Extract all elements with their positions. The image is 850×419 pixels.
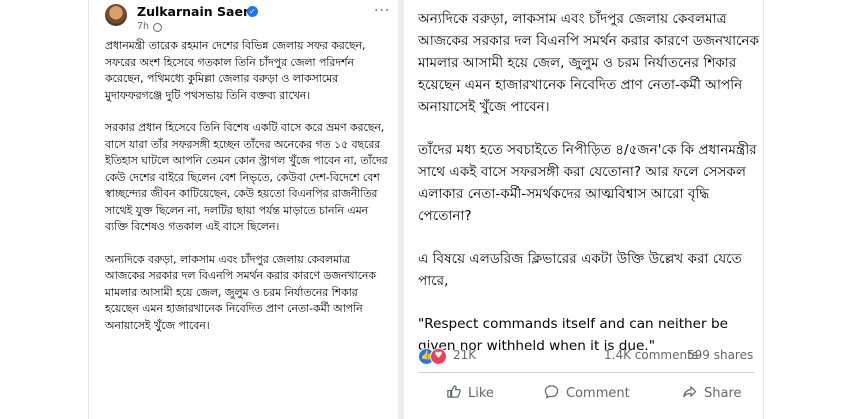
avatar[interactable] xyxy=(105,4,127,26)
globe-icon xyxy=(153,23,162,32)
comment-label: Comment xyxy=(566,385,630,401)
left-paragraph-1: প্রধানমন্ত্রী তারেক রহমান দেশের বিভিন্ন … xyxy=(105,39,366,102)
right-post-screenshot: অন্যদিকে বরুড়া, লাকসাম এবং চাঁদপুর জেলা… xyxy=(404,0,762,419)
share-label: Share xyxy=(704,385,742,401)
right-paragraph-2: তাঁদের মধ্য হতে সবচাইতে নিপীড়িত ৪/৫জন'ক… xyxy=(418,142,757,224)
comment-count[interactable]: 1.4K comments xyxy=(604,348,698,362)
more-icon[interactable]: ··· xyxy=(374,3,390,19)
action-bar: Like Comment Share xyxy=(418,378,754,408)
frame-border-right xyxy=(763,0,764,419)
love-reaction-icon[interactable]: ♥ xyxy=(430,348,447,365)
left-paragraph-2: সরকার প্রধান হিসেবে তিনি বিশেষ একটি বাসে… xyxy=(105,121,388,233)
verified-icon: ✓ xyxy=(247,6,258,17)
left-post-screenshot: Zulkarnain Saer ✓ 7h ··· প্রধানমন্ত্রী ত… xyxy=(89,0,397,419)
comment-icon xyxy=(544,384,559,403)
share-icon xyxy=(682,384,697,403)
left-post-text: প্রধানমন্ত্রী তারেক রহমান দেশের বিভিন্ন … xyxy=(105,38,393,350)
right-paragraph-1: অন্যদিকে বরুড়া, লাকসাম এবং চাঁদপুর জেলা… xyxy=(418,11,760,115)
post-time[interactable]: 7h xyxy=(137,21,149,32)
post-header: Zulkarnain Saer ✓ 7h ··· xyxy=(89,0,397,34)
share-button[interactable]: Share xyxy=(682,378,742,408)
share-count[interactable]: 599 shares xyxy=(687,348,753,362)
author-name[interactable]: Zulkarnain Saer xyxy=(137,4,249,19)
left-paragraph-3: অন্যদিকে বরুড়া, লাকসাম এবং চাঁদপুর জেলা… xyxy=(105,252,376,332)
right-post-text: অন্যদিকে বরুড়া, লাকসাম এবং চাঁদপুর জেলা… xyxy=(418,8,762,378)
divider xyxy=(418,372,754,373)
reaction-count[interactable]: 21K xyxy=(453,348,476,362)
right-paragraph-3: এ বিষয়ে এলডরিজ ক্লিভারের একটা উক্তি উল্… xyxy=(418,251,742,289)
reactions-bar: 👍 ♥ 21K 1.4K comments 599 shares xyxy=(418,344,756,366)
like-label: Like xyxy=(468,385,494,401)
comment-button[interactable]: Comment xyxy=(544,378,630,408)
thumbs-up-icon xyxy=(446,384,461,403)
like-button[interactable]: Like xyxy=(446,378,494,408)
